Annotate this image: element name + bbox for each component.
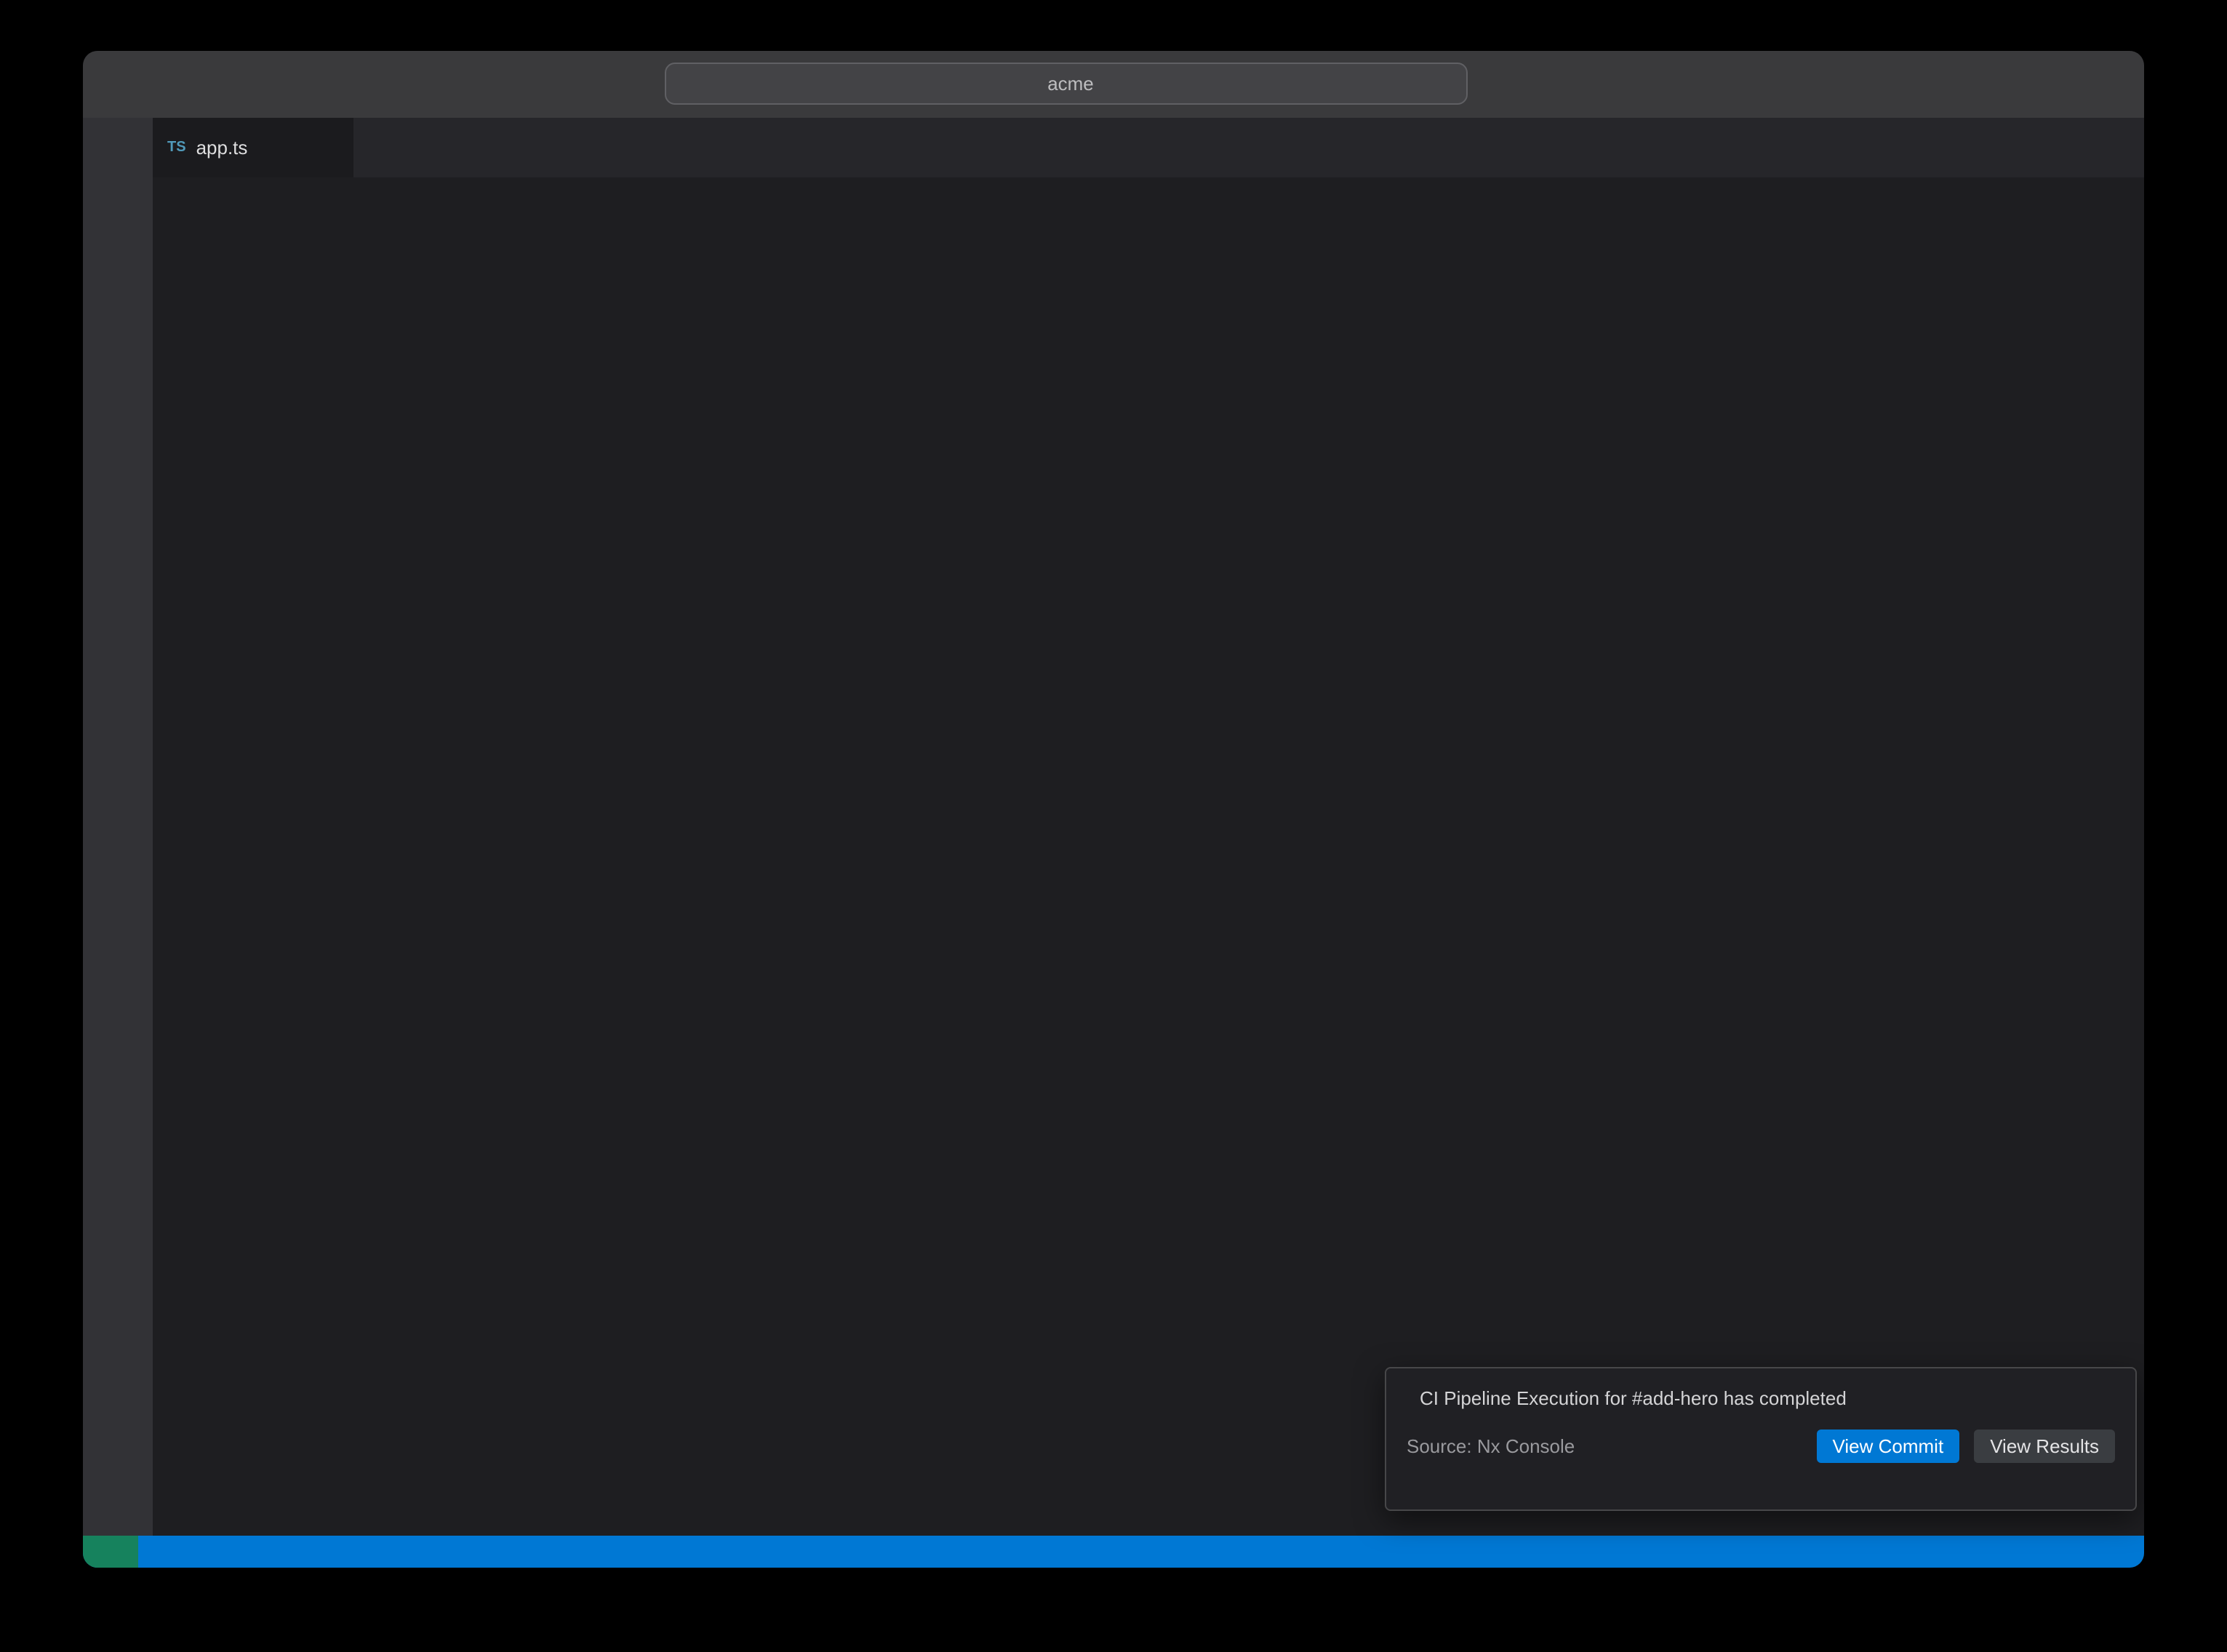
status-bar	[83, 1536, 2144, 1568]
notification-source: Source: Nx Console	[1407, 1435, 1802, 1457]
typescript-icon: TS	[167, 140, 186, 156]
view-commit-button[interactable]: View Commit	[1817, 1430, 1960, 1463]
vscode-window: acme TS app.ts	[83, 51, 2144, 1568]
tab-label: app.ts	[196, 137, 248, 159]
code-editor[interactable]	[153, 218, 2144, 1536]
editor-group: TS app.ts	[153, 118, 2144, 1536]
notification-title: CI Pipeline Execution for #add-hero has …	[1420, 1387, 2083, 1409]
close-window-button[interactable]	[103, 76, 121, 93]
breadcrumb	[153, 177, 2144, 218]
tab-app-ts[interactable]: TS app.ts	[153, 118, 353, 177]
tab-bar: TS app.ts	[153, 118, 2144, 177]
desktop: acme TS app.ts	[0, 0, 2227, 1652]
copilot-menu-button[interactable]	[1488, 64, 1491, 105]
view-results-button[interactable]: View Results	[1974, 1430, 2115, 1463]
notification-toast: CI Pipeline Execution for #add-hero has …	[1385, 1367, 2137, 1511]
remote-indicator[interactable]	[83, 1536, 138, 1568]
zoom-window-button[interactable]	[161, 76, 179, 93]
command-center-search[interactable]: acme	[665, 63, 1468, 105]
title-bar: acme	[83, 51, 2144, 118]
activity-bar	[83, 118, 153, 1536]
window-controls	[103, 76, 179, 93]
editor-actions	[2121, 118, 2144, 177]
search-value: acme	[1047, 73, 1094, 95]
minimize-window-button[interactable]	[132, 76, 150, 93]
